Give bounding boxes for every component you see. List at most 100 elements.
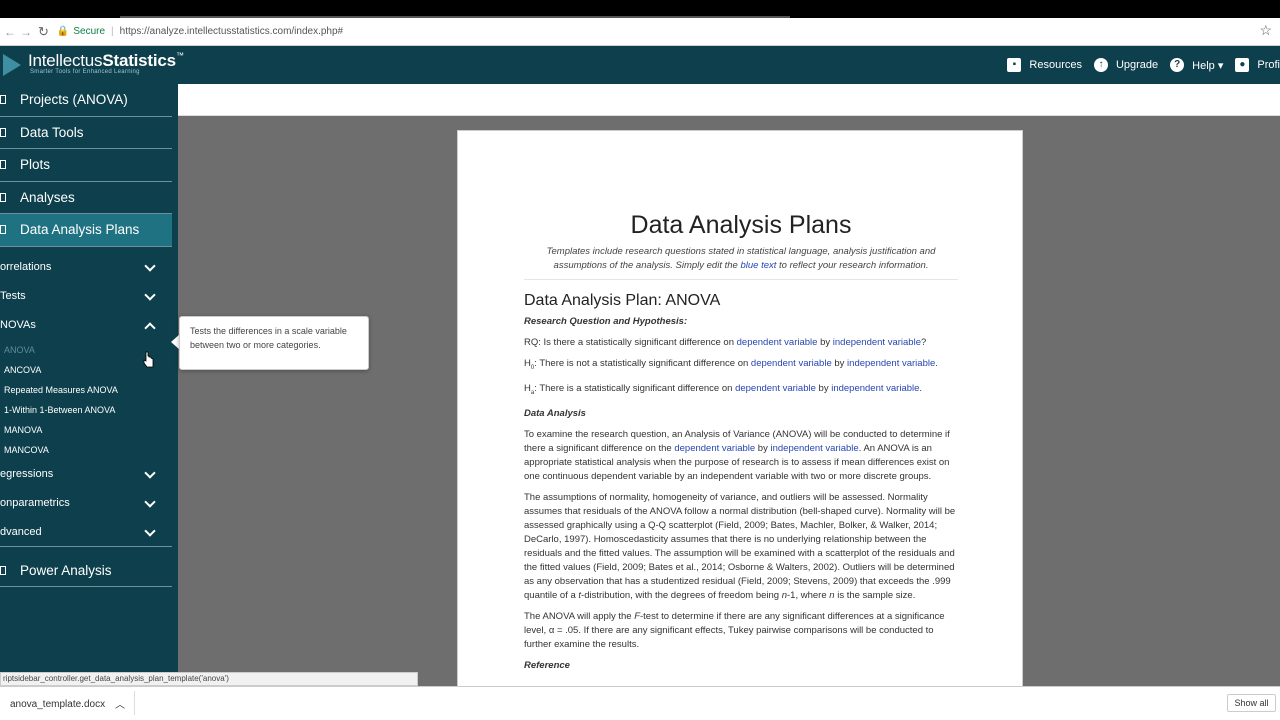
paragraph: The ANOVA will apply the F-test to deter… [524,610,958,652]
top-nav: ▪ Resources ↑ Upgrade ? Help ▾ ● Profi [1007,46,1280,84]
grid-icon [0,127,6,137]
text: by [755,442,771,454]
text: H [524,382,531,394]
forward-icon[interactable]: → [20,25,32,39]
help-menu[interactable]: ? Help ▾ [1170,58,1223,72]
hand-cursor-icon [143,351,154,368]
sidebar-group-label: Tests [0,290,26,302]
dependent-variable-text[interactable]: dependent variable [737,337,818,348]
show-all-button[interactable]: Show all [1227,694,1276,712]
sidebar-item-label: Power Analysis [20,562,112,578]
reference-heading: Reference [524,659,570,671]
chevron-down-icon [144,524,156,537]
power-icon [0,565,6,575]
profile-label: Profi [1257,59,1280,71]
sidebar-group-label: egressions [0,468,54,480]
dependent-variable-text[interactable]: dependent variable [735,383,816,394]
lock-icon: 🔒 [56,26,70,37]
sidebar-item-label: Projects (ANOVA) [20,92,128,108]
chevron-up-icon [144,321,156,334]
text: RQ: Is there a statistically significant… [524,337,737,348]
dependent-variable-text[interactable]: dependent variable [751,358,832,369]
logo-icon [3,54,21,76]
rq-heading: Research Question and Hypothesis: [524,316,688,327]
chevron-down-icon [144,288,156,301]
divider [134,691,135,715]
upgrade-icon: ↑ [1093,58,1108,72]
sidebar-group-label: dvanced [0,525,42,538]
profile-icon: ● [1235,58,1250,72]
resources-label: Resources [1029,59,1082,71]
upgrade-label: Upgrade [1115,59,1159,71]
pencil-icon [0,192,6,202]
upgrade-link[interactable]: ↑ Upgrade [1093,58,1159,72]
download-file-name[interactable]: anova_template.docx [10,699,105,710]
resources-link[interactable]: ▪ Resources [1007,58,1082,72]
sidebar-group-label: onparametrics [0,497,70,509]
chevron-up-icon[interactable]: ︿ [115,696,125,711]
sidebar-item-power-analysis[interactable]: Power Analysis [0,555,172,587]
text: . [935,358,938,369]
text: by [815,382,832,394]
document-page: Data Analysis Plans Templates include re… [457,130,1023,690]
sidebar-leaf-within-between-anova[interactable]: 1-Within 1-Between ANOVA [0,400,178,420]
independent-variable-text[interactable]: independent variable [831,383,919,394]
research-question: RQ: Is there a statistically significant… [524,336,958,350]
text: ? [920,337,927,348]
plan-body: Data Analysis Plan: ANOVA Research Quest… [524,292,958,680]
tooltip: Tests the differences in a scale variabl… [179,316,369,370]
sidebar-item-plots[interactable]: Plots [0,149,172,182]
independent-variable-text[interactable]: independent variable [847,358,935,369]
bar-chart-icon [0,160,6,170]
sidebar-item-label: Plots [20,157,51,173]
text: The assumptions of normality, homogeneit… [524,491,956,601]
logo-light: Intellectus [28,51,103,70]
dependent-variable-text[interactable]: dependent variable [674,443,755,454]
url-field[interactable]: https://analyze.intellectusstatistics.co… [120,26,343,37]
text: . [919,382,923,394]
logo-bold: Statistics [102,51,176,70]
bookmark-star-icon[interactable]: ☆ [1259,22,1272,39]
alternative-hypothesis: Ha: There is a statistically significant… [524,382,958,400]
text: -1, where [787,589,830,601]
text: H [524,358,531,369]
sidebar-group-correlations[interactable]: orrelations [0,253,172,282]
text: -distribution, with the degrees of freed… [581,589,782,601]
secure-label: Secure [73,26,106,37]
clipboard-icon [0,225,6,235]
profile-menu[interactable]: ● Profi [1235,58,1280,72]
sidebar-item-data-analysis-plans[interactable]: Data Analysis Plans [0,214,172,247]
sidebar-item-data-tools[interactable]: Data Tools [0,117,172,149]
sidebar-group-label: orrelations [0,261,52,273]
logo-tagline: Smarter Tools for Enhanced Learning [30,69,140,75]
paragraph: To examine the research question, an Ana… [524,428,958,484]
sidebar-item-analyses[interactable]: Analyses [0,182,172,214]
sidebar-group-label: NOVAs [0,319,36,331]
back-icon[interactable]: ← [4,25,16,39]
sidebar-leaf-manova[interactable]: MANOVA [0,420,178,440]
sidebar: Projects (ANOVA) Data Tools Plots Analys… [0,84,178,672]
sidebar-leaf-mancova[interactable]: MANCOVA [0,440,178,460]
reload-icon[interactable]: ↻ [38,24,49,40]
sidebar-group-advanced[interactable]: dvanced [0,518,172,547]
app-logo[interactable]: IntellectusStatistics™ [28,51,184,71]
independent-variable-text[interactable]: independent variable [770,443,858,454]
address-bar: ← → ↻ 🔒 Secure | https://analyze.intelle… [0,18,1280,46]
sidebar-leaf-repeated-measures-anova[interactable]: Repeated Measures ANOVA [0,380,178,400]
sidebar-group-nonparametrics[interactable]: onparametrics [0,489,172,518]
text: The ANOVA will apply the [524,610,635,622]
sidebar-item-projects[interactable]: Projects (ANOVA) [0,84,172,117]
sidebar-group-anovas[interactable]: NOVAs [0,311,172,340]
plan-title: Data Analysis Plan: ANOVA [524,292,721,309]
divider [524,279,958,280]
page-title: Data Analysis Plans [630,211,852,239]
sidebar-item-label: Analyses [20,189,75,205]
independent-variable-text[interactable]: independent variable [833,337,921,348]
text: by [817,337,833,348]
sidebar-group-regressions[interactable]: egressions [0,460,172,489]
text: is the sample size. [834,589,916,601]
sidebar-group-tests[interactable]: Tests [0,282,172,311]
url-separator: | [111,26,114,37]
help-label: Help ▾ [1192,59,1224,72]
